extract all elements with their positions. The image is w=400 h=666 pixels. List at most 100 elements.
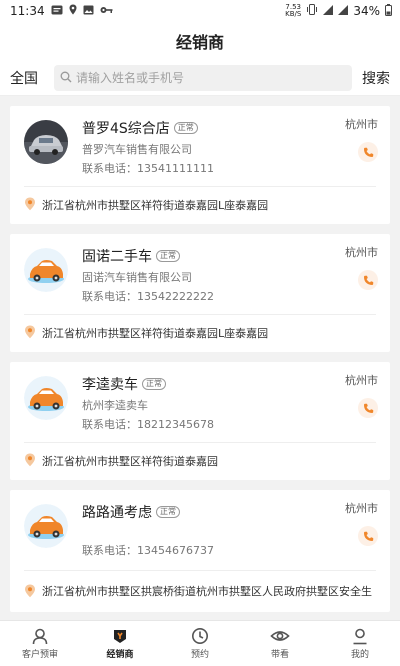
- dealer-name-row: 普罗4S综合店 正常: [82, 118, 376, 138]
- eye-icon: [270, 631, 290, 641]
- dealer-company: [82, 525, 376, 539]
- dealer-info: 固诺二手车 正常 固诺汽车销售有限公司 联系电话：13542222222: [82, 246, 376, 314]
- bottom-tab-bar: 客户预审 经销商 预约 带看 我的: [0, 620, 400, 666]
- dealer-address-row: 浙江省杭州市拱墅区祥符街道泰嘉园L座泰嘉园: [10, 315, 390, 352]
- dealer-company: 固诺汽车销售有限公司: [82, 271, 192, 284]
- dealer-avatar: [24, 376, 68, 420]
- location-pin-icon: [24, 196, 36, 215]
- search-button[interactable]: 搜索: [362, 68, 390, 88]
- tab-customer-precheck[interactable]: 客户预审: [0, 621, 80, 666]
- dealer-address: 浙江省杭州市拱墅区祥符街道泰嘉园L座泰嘉园: [42, 198, 269, 212]
- phone-icon: [363, 147, 373, 157]
- tab-label: 我的: [350, 650, 369, 660]
- network-speed: 7.53 KB/S: [285, 4, 301, 18]
- dealer-city: 杭州市: [345, 118, 378, 131]
- dealer-list: 普罗4S综合店 正常 普罗汽车销售有限公司 联系电话：13541111111 杭…: [0, 96, 400, 620]
- battery-percent: 34%: [353, 4, 380, 18]
- status-time: 11:34: [10, 4, 45, 18]
- dealer-card-top: 路路通考虑 正常 联系电话：13454676737 杭州市: [10, 490, 390, 570]
- dealer-name: 路路通考虑: [82, 505, 152, 521]
- dealer-card[interactable]: 固诺二手车 正常 固诺汽车销售有限公司 联系电话：13542222222 杭州市…: [10, 234, 390, 352]
- dealer-info: 路路通考虑 正常 联系电话：13454676737: [82, 502, 376, 570]
- dealer-name-row: 李逵卖车 正常: [82, 374, 376, 394]
- dealer-info: 普罗4S综合店 正常 普罗汽车销售有限公司 联系电话：13541111111: [82, 118, 376, 186]
- dealer-city: 杭州市: [345, 502, 378, 515]
- tab-label: 经销商: [106, 650, 134, 660]
- search-box[interactable]: [54, 64, 352, 91]
- location-pin-icon: [24, 452, 36, 471]
- call-button[interactable]: [358, 270, 378, 290]
- dealer-icon: [114, 630, 126, 643]
- tab-label: 带看: [270, 650, 289, 660]
- dealer-avatar: [24, 120, 68, 164]
- dealer-name: 李逵卖车: [82, 377, 138, 393]
- dealer-address: 浙江省杭州市拱墅区祥符街道泰嘉园L座泰嘉园: [42, 326, 269, 340]
- image-icon: [83, 5, 94, 18]
- dealer-card[interactable]: 路路通考虑 正常 联系电话：13454676737 杭州市 浙江省杭州市拱墅区拱…: [10, 490, 390, 612]
- dealer-avatar: [24, 248, 68, 292]
- search-icon: [60, 68, 72, 87]
- call-button[interactable]: [358, 526, 378, 546]
- dealer-address: 浙江省杭州市拱墅区拱宸桥街道杭州市拱墅区人民政府拱墅区安全生: [42, 585, 372, 598]
- status-badge: 正常: [156, 250, 180, 262]
- dealer-card[interactable]: 普罗4S综合店 正常 普罗汽车销售有限公司 联系电话：13541111111 杭…: [10, 106, 390, 224]
- signal-2-icon: [338, 4, 349, 18]
- tab-label: 预约: [190, 650, 209, 660]
- dealer-name: 固诺二手车: [82, 249, 152, 265]
- dealer-phone: 联系电话：18212345678: [82, 418, 214, 431]
- call-button[interactable]: [358, 142, 378, 162]
- dealer-card[interactable]: 李逵卖车 正常 杭州李逵卖车 联系电话：18212345678 杭州市 浙江省杭…: [10, 362, 390, 480]
- region-selector[interactable]: 全国: [10, 68, 44, 88]
- dealer-card-top: 李逵卖车 正常 杭州李逵卖车 联系电话：18212345678 杭州市: [10, 362, 390, 442]
- tab-appointment[interactable]: 预约: [160, 621, 240, 666]
- location-icon: [69, 4, 77, 18]
- page-title: 经销商: [175, 33, 224, 52]
- status-badge: 正常: [173, 122, 198, 134]
- dealer-address: 浙江省杭州市拱墅区祥符街道泰嘉园: [42, 454, 218, 468]
- call-button[interactable]: [358, 398, 378, 418]
- network-speed-unit: KB/S: [285, 10, 302, 18]
- phone-icon: [363, 403, 373, 413]
- profile-icon: [353, 628, 367, 645]
- phone-icon: [363, 275, 373, 285]
- tab-mine[interactable]: 我的: [320, 621, 400, 666]
- tab-dealers[interactable]: 经销商: [80, 621, 160, 666]
- tab-label: 客户预审: [21, 650, 58, 660]
- dealer-card-top: 普罗4S综合店 正常 普罗汽车销售有限公司 联系电话：13541111111 杭…: [10, 106, 390, 186]
- key-icon: [100, 6, 113, 17]
- search-input[interactable]: [76, 70, 346, 85]
- dealer-name: 普罗4S综合店: [82, 121, 170, 137]
- clock-icon: [192, 628, 208, 644]
- dealer-name-row: 固诺二手车 正常: [82, 246, 376, 266]
- dealer-company: 杭州李逵卖车: [82, 399, 148, 412]
- dealer-card-top: 固诺二手车 正常 固诺汽车销售有限公司 联系电话：13542222222 杭州市: [10, 234, 390, 314]
- status-badge: 正常: [142, 378, 166, 390]
- tab-viewing[interactable]: 带看: [240, 621, 320, 666]
- dealer-address-row: 浙江省杭州市拱墅区祥符街道泰嘉园L座泰嘉园: [10, 187, 390, 224]
- dealer-city: 杭州市: [345, 374, 378, 387]
- search-bar: 全国 搜索: [0, 60, 400, 96]
- dealer-phone: 联系电话：13541111111: [82, 162, 214, 175]
- page-header: 经销商: [0, 22, 400, 60]
- location-pin-icon: [24, 324, 36, 343]
- vibrate-icon: [306, 4, 318, 18]
- status-left: 11:34: [10, 4, 113, 18]
- signal-icon: [323, 4, 334, 18]
- dealer-city: 杭州市: [345, 246, 378, 259]
- message-icon: [51, 5, 63, 18]
- user-icon: [32, 628, 48, 645]
- location-pin-icon: [24, 583, 36, 602]
- status-bar: 11:34 7.53 KB/S 34%: [0, 0, 400, 22]
- status-badge: 正常: [156, 506, 180, 518]
- dealer-phone: 联系电话：13454676737: [82, 544, 214, 557]
- battery-icon: [385, 3, 392, 19]
- status-right: 7.53 KB/S 34%: [285, 3, 392, 19]
- dealer-company: 普罗汽车销售有限公司: [82, 143, 192, 156]
- phone-icon: [363, 531, 373, 541]
- dealer-address-row: 浙江省杭州市拱墅区拱宸桥街道杭州市拱墅区人民政府拱墅区安全生: [10, 571, 390, 613]
- dealer-name-row: 路路通考虑 正常: [82, 502, 376, 522]
- dealer-avatar: [24, 504, 68, 548]
- dealer-phone: 联系电话：13542222222: [82, 290, 214, 303]
- dealer-info: 李逵卖车 正常 杭州李逵卖车 联系电话：18212345678: [82, 374, 376, 442]
- dealer-address-row: 浙江省杭州市拱墅区祥符街道泰嘉园: [10, 443, 390, 480]
